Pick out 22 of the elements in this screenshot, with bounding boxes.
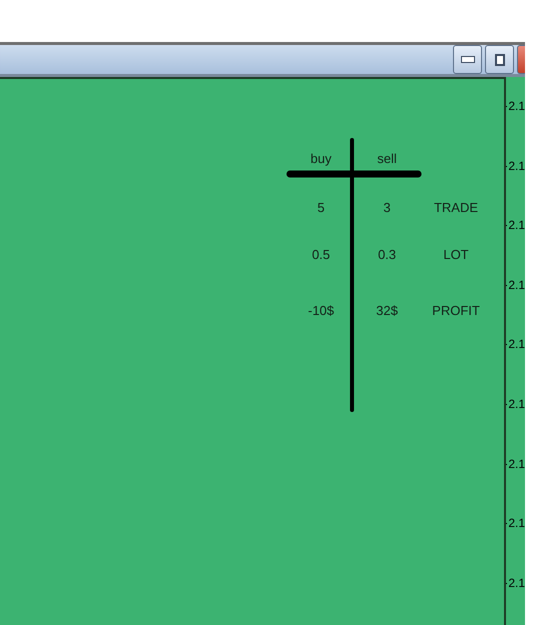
maximize-button[interactable] — [485, 45, 514, 74]
price-label: 2.1 — [508, 516, 525, 530]
price-label: 2.1 — [508, 576, 525, 590]
table-cell-text: 3 — [382, 200, 392, 214]
price-label: 2.1 — [508, 278, 525, 292]
row-label: LOT — [442, 246, 470, 262]
price-label: 2.1 — [508, 158, 525, 173]
table-cell-text: 0.5 — [310, 246, 332, 262]
column-header: sell — [376, 150, 398, 166]
price-label: 2.1 — [508, 456, 525, 471]
price-label: 2.1 — [508, 99, 525, 113]
table-cell-text: 5 — [316, 200, 326, 214]
price-label: 2.1 — [508, 218, 525, 232]
table-cell-text: 0.3 — [376, 246, 398, 262]
row-label: PROFIT — [431, 302, 481, 318]
price-label: 2.1 — [508, 396, 525, 411]
price-label: 2.1 — [508, 337, 525, 352]
table-cell-text: 32$ — [375, 302, 399, 318]
row-label: TRADE — [432, 200, 480, 214]
minimize-button[interactable] — [453, 45, 482, 74]
column-header: buy — [310, 150, 332, 166]
table-cell-text: -10$ — [306, 302, 336, 318]
